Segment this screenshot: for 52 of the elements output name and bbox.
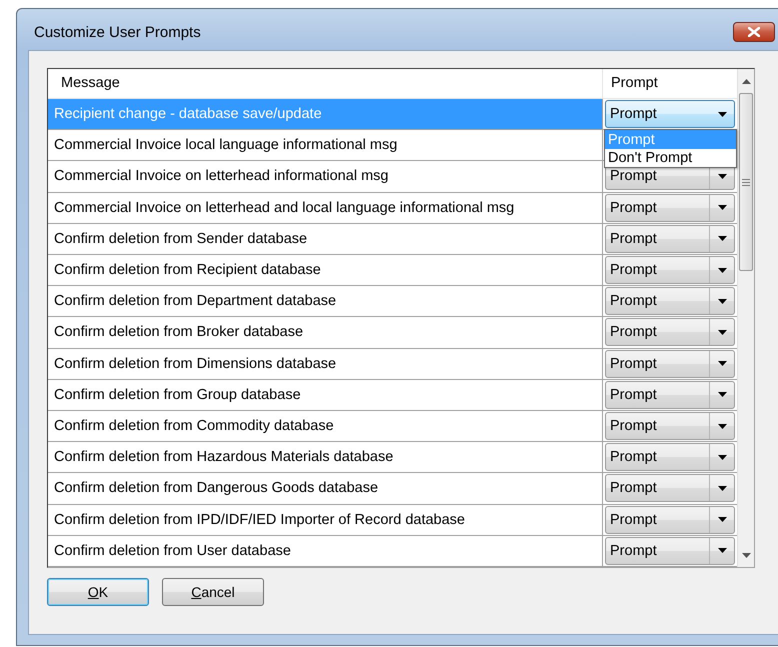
message-cell[interactable]: Confirm deletion from Recipient database [48,254,603,286]
message-cell[interactable]: Confirm deletion from Department database [48,286,603,316]
message-cell[interactable]: Confirm deletion from Dimensions database [48,348,603,379]
dropdown-arrow-icon [718,298,726,304]
message-cell[interactable]: Confirm deletion from Group database [48,380,603,410]
message-cell[interactable]: Confirm deletion from Commodity database [48,410,603,442]
prompt-dropdown[interactable]: Prompt [605,100,735,128]
ok-button[interactable]: OK [47,578,149,606]
close-icon [748,26,760,36]
dropdown-arrow-icon [718,236,726,242]
dropdown-arrow-icon [718,361,726,366]
dropdown-arrow-icon [718,486,726,491]
prompt-dropdown[interactable]: Prompt [605,256,735,284]
scrollbar-thumb[interactable] [739,93,753,271]
message-cell[interactable]: Confirm deletion from User database [48,536,603,566]
dropdown-arrow-icon [718,174,726,179]
dropdown-arrow-icon [718,112,726,116]
message-cell[interactable]: Commercial Invoice on letterhead and local language informational msg [48,192,603,223]
dropdown-arrow-icon [718,454,726,460]
message-cell[interactable]: Confirm deletion from Sender database [48,224,603,254]
prompt-dropdown[interactable]: Prompt [605,350,735,378]
message-cell[interactable]: Confirm deletion from Dangerous Goods database [48,473,603,504]
dropdown-arrow-icon [718,268,726,273]
message-cell[interactable]: Commercial Invoice local language informational msg [48,130,603,160]
dropdown-arrow-icon [718,205,726,210]
prompt-dropdown[interactable]: Prompt [605,194,735,222]
scroll-down-icon[interactable] [742,552,750,558]
dropdown-arrow-icon [718,330,726,335]
dropdown-arrow-icon [718,424,726,429]
close-button[interactable] [733,22,775,42]
prompt-dropdown[interactable]: Prompt [605,506,735,534]
prompt-dropdown[interactable]: Prompt [605,536,735,565]
prompt-dropdown[interactable]: Prompt [605,224,735,253]
window-title: Customize User Prompts [34,24,201,41]
message-cell[interactable]: Confirm deletion from Hazardous Materials database [48,442,603,472]
message-cell[interactable]: Commercial Invoice on letterhead informational msg [48,161,603,192]
column-header[interactable]: Message [48,69,603,98]
dropdown-arrow-icon [718,548,726,554]
scroll-up-icon[interactable] [742,78,750,84]
message-cell[interactable]: Confirm deletion from Broker database [48,317,603,348]
dropdown-arrow-icon [718,392,726,398]
prompt-dropdown[interactable]: Prompt [605,412,735,440]
message-cell[interactable]: Confirm deletion from IPD/IDF/IED Importer of Record database [48,504,603,535]
cancel-button[interactable]: Cancel [162,578,264,606]
prompt-dropdown[interactable]: Prompt [605,443,735,472]
prompt-dropdown[interactable]: Prompt [605,287,735,316]
prompt-dropdown[interactable]: Prompt [605,474,735,502]
grip-icon [742,178,750,186]
dropdown-arrow-icon [718,517,726,522]
column-header[interactable]: Prompt [603,69,737,98]
prompt-dropdown[interactable]: Prompt [605,380,735,409]
prompt-dropdown[interactable]: Prompt [605,318,735,346]
